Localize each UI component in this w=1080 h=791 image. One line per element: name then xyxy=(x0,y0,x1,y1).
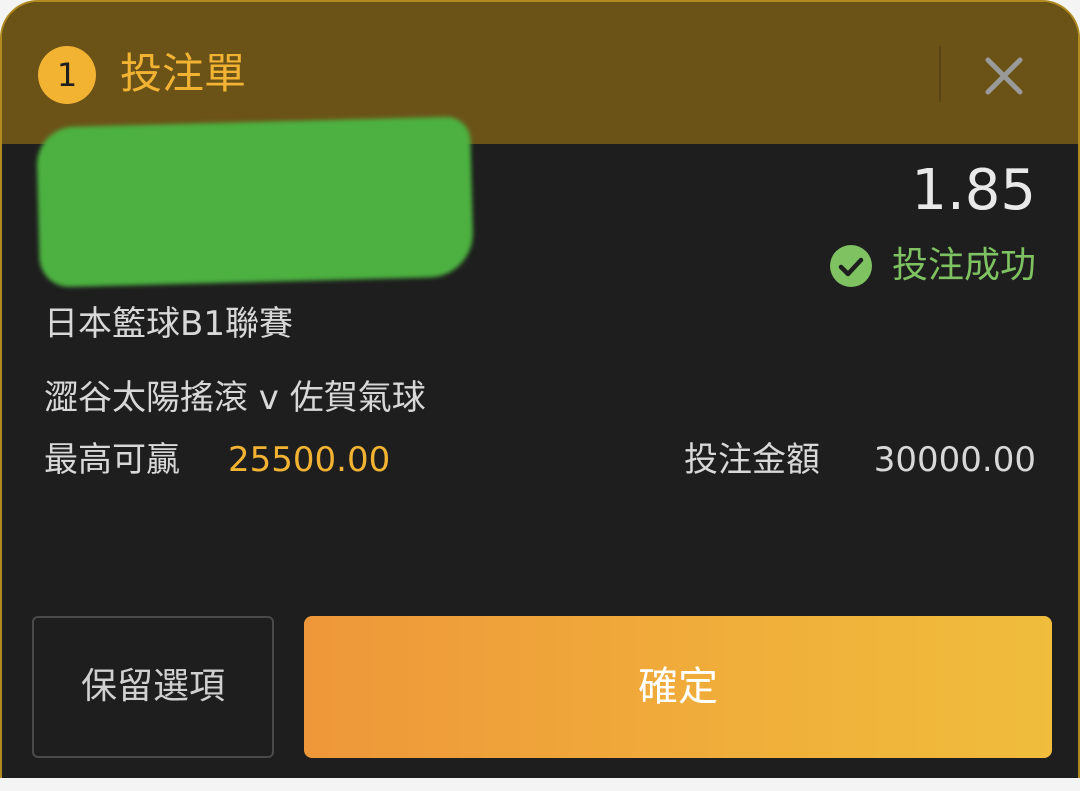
bet-slip-header: 1 投注單 xyxy=(2,2,1078,144)
close-icon xyxy=(985,57,1023,95)
header-divider xyxy=(939,46,941,102)
odds-value: 1.85 xyxy=(911,158,1036,223)
bet-slip-title: 投注單 xyxy=(120,49,247,98)
bet-slip-panel: 1 投注單 1.85 投注成功 日本籃球B1聯賽 澀谷太陽搖滾 v 佐賀氣球 最… xyxy=(0,0,1080,778)
keep-selection-button[interactable]: 保留選項 xyxy=(32,616,274,758)
close-button[interactable] xyxy=(976,48,1032,104)
stake-value: 30000.00 xyxy=(873,440,1036,480)
max-win-label: 最高可贏 xyxy=(44,440,180,480)
check-circle-icon xyxy=(829,245,872,287)
match-name: 澀谷太陽搖滾 v 佐賀氣球 xyxy=(44,378,426,418)
confirm-button[interactable]: 確定 xyxy=(304,616,1052,758)
max-win-value: 25500.00 xyxy=(228,440,391,480)
redaction-overlay xyxy=(35,116,475,288)
league-name: 日本籃球B1聯賽 xyxy=(44,304,293,344)
bet-status: 投注成功 xyxy=(829,240,1036,292)
bet-status-text: 投注成功 xyxy=(891,245,1036,286)
stake-label: 投注金額 xyxy=(684,440,820,480)
selection-count-badge: 1 xyxy=(38,46,96,104)
